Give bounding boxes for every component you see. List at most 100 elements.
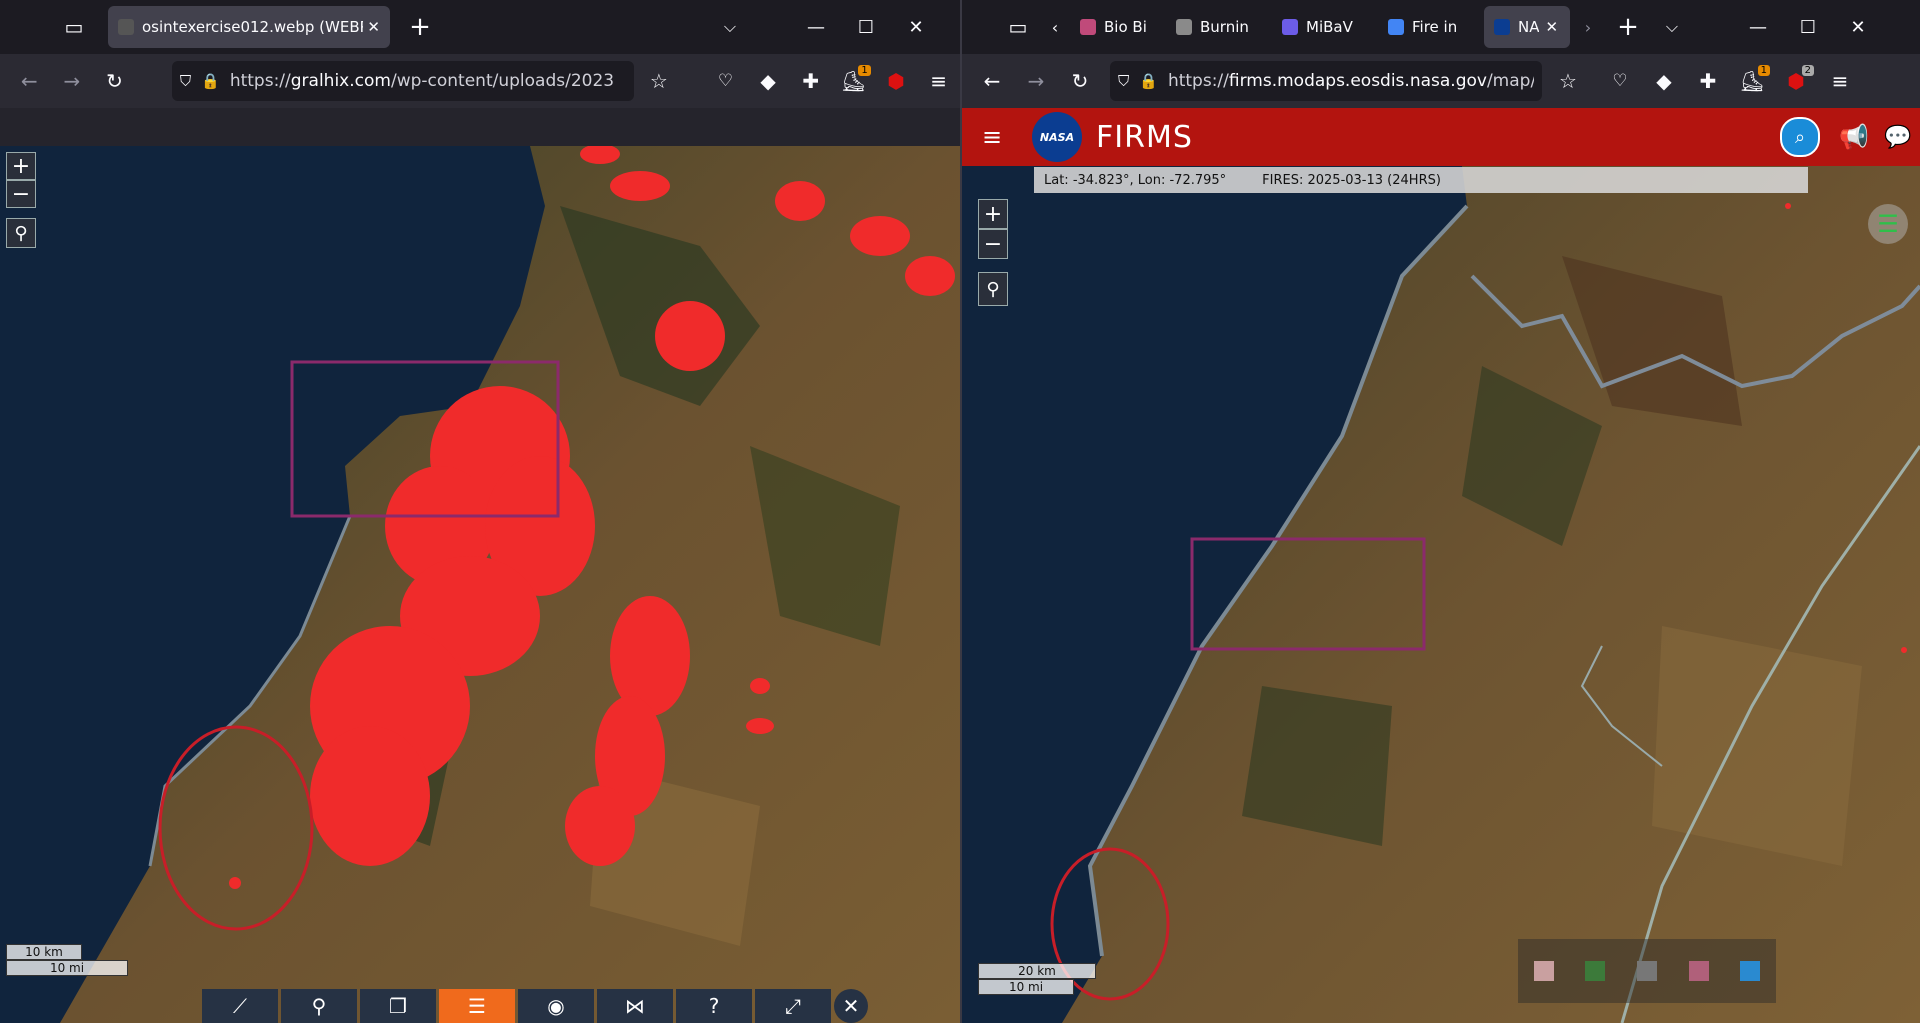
url-text: https://gralhix.com/wp-content/uploads/2… — [229, 71, 615, 91]
tab-nasa[interactable]: NA ✕ — [1484, 6, 1570, 48]
satellite-terrain — [0, 146, 960, 1023]
reload-icon[interactable]: ↻ — [1058, 61, 1102, 101]
new-tab-icon[interactable]: + — [1606, 7, 1650, 47]
tab-close-icon[interactable]: ✕ — [1545, 18, 1558, 36]
maximize-icon[interactable]: ☐ — [1786, 7, 1830, 47]
announcement-megaphone-icon[interactable]: 📢 — [1832, 117, 1876, 157]
tab-bio-bio[interactable]: Bio Bi — [1070, 6, 1160, 48]
forward-icon[interactable]: → — [1014, 61, 1058, 101]
firms-satellite-map: + − ⚲ ☰ 20 km 10 mi — [962, 166, 1920, 1023]
extensions-puzzle-icon[interactable]: ✚ — [789, 61, 832, 101]
scroll-tabs-left-icon[interactable]: ‹ — [1040, 7, 1070, 47]
zoom-in-button[interactable]: + — [6, 152, 36, 180]
scale-km: 20 km — [978, 963, 1096, 979]
toolbar-close-button[interactable]: ✕ — [834, 989, 868, 1023]
firefox-view-icon[interactable]: ▭ — [52, 7, 96, 47]
tab-burning[interactable]: Burnin — [1166, 6, 1266, 48]
minimize-icon[interactable]: — — [794, 7, 838, 47]
pocket-icon[interactable]: ♡ — [1598, 61, 1642, 101]
shield-icon[interactable]: ⛉ — [1118, 72, 1129, 90]
location-pin-icon[interactable]: ⚲ — [978, 272, 1008, 306]
basemap-thumb[interactable] — [1636, 961, 1657, 981]
fullscreen-button[interactable]: ⤢ — [755, 989, 831, 1023]
basemap-thumb[interactable] — [1585, 961, 1606, 981]
zoom-in-button[interactable]: + — [978, 199, 1008, 229]
location-pin-icon[interactable]: ⚲ — [6, 218, 36, 248]
url-bar[interactable]: ⛉ 🔒 https://firms.modaps.eosdis.nasa.gov… — [1110, 61, 1542, 101]
reload-icon[interactable]: ↻ — [93, 61, 136, 101]
tab-title: osintexercise012.webp (WEBP Im — [142, 18, 363, 36]
firefox-view-icon[interactable]: ▭ — [996, 7, 1040, 47]
close-window-icon[interactable]: ✕ — [1836, 7, 1880, 47]
basemap-thumbnails — [1518, 939, 1776, 1003]
extension-shoe-icon[interactable]: ⛸ 1 — [1730, 61, 1774, 101]
capture-button[interactable]: ◉ — [518, 989, 594, 1023]
scroll-tabs-right-icon[interactable]: › — [1570, 7, 1606, 47]
lock-icon: 🔒 — [201, 72, 220, 90]
menu-hamburger-icon[interactable]: ≡ — [1818, 61, 1862, 101]
tab-strip: ▭ osintexercise012.webp (WEBP Im ✕ + ⌵ —… — [0, 0, 960, 54]
scale-mi: 10 mi — [978, 979, 1074, 995]
ublock-icon[interactable]: ⬢ 2 — [1774, 61, 1818, 101]
back-icon[interactable]: ← — [970, 61, 1014, 101]
extensions-puzzle-icon[interactable]: ✚ — [1686, 61, 1730, 101]
list-all-tabs-icon[interactable]: ⌵ — [1650, 7, 1694, 47]
satellite-map-image: + − ⚲ 10 km 10 mi ⟋ ⚲ ❐ ☰ ◉ ⋈ ? ⤢ ✕ — [0, 146, 960, 1023]
search-icon[interactable]: ⌕ — [1780, 117, 1820, 157]
forward-icon[interactable]: → — [51, 61, 94, 101]
ublock-icon[interactable]: ⬢ — [875, 61, 918, 101]
nav-bar: ← → ↻ ⛉ 🔒 https://firms.modaps.eosdis.na… — [962, 54, 1920, 108]
firms-menu-icon[interactable]: ≡ — [970, 117, 1014, 157]
fire-point — [1901, 647, 1907, 653]
menu-hamburger-icon[interactable]: ≡ — [917, 61, 960, 101]
map-toolbar: ⟋ ⚲ ❐ ☰ ◉ ⋈ ? ⤢ ✕ — [202, 989, 871, 1023]
back-icon[interactable]: ← — [8, 61, 51, 101]
bookmark-star-icon[interactable]: ☆ — [1546, 61, 1590, 101]
scale-km: 10 km — [6, 944, 82, 960]
tab-osintexercise[interactable]: osintexercise012.webp (WEBP Im ✕ — [108, 6, 390, 48]
tab-favicon-icon — [1282, 19, 1298, 35]
tab-favicon-icon — [1080, 19, 1096, 35]
share-button[interactable]: ⋈ — [597, 989, 673, 1023]
extension-tapir-icon[interactable]: ◆ — [1642, 61, 1686, 101]
basemap-thumb[interactable] — [1688, 961, 1709, 981]
fire-point — [1785, 203, 1791, 209]
zoom-out-button[interactable]: − — [978, 229, 1008, 259]
left-browser-window: ▭ osintexercise012.webp (WEBP Im ✕ + ⌵ —… — [0, 0, 960, 1023]
extension-shoe-icon[interactable]: ⛸ 1 — [832, 61, 875, 101]
basemap-thumb[interactable] — [1533, 961, 1554, 981]
tab-mibav[interactable]: MiBaV — [1272, 6, 1372, 48]
close-window-icon[interactable]: ✕ — [894, 7, 938, 47]
bookmark-star-icon[interactable]: ☆ — [638, 61, 681, 101]
help-button[interactable]: ? — [676, 989, 752, 1023]
ublock-badge: 2 — [1801, 65, 1814, 76]
tab-fire-in[interactable]: Fire in — [1378, 6, 1478, 48]
new-tab-icon[interactable]: + — [398, 7, 442, 47]
layers-button[interactable]: ❐ — [360, 989, 436, 1023]
image-favicon-icon — [118, 19, 134, 35]
zoom-out-button[interactable]: − — [6, 180, 36, 208]
maximize-icon[interactable]: ☐ — [844, 7, 888, 47]
firms-title: FIRMS — [1096, 119, 1193, 155]
list-all-tabs-icon[interactable]: ⌵ — [708, 7, 752, 47]
extension-badge: 1 — [858, 65, 871, 76]
layer-list-icon[interactable]: ☰ — [1868, 204, 1908, 244]
google-favicon-icon — [1388, 19, 1404, 35]
basemap-thumb[interactable] — [1740, 961, 1761, 981]
measure-button[interactable]: ⟋ — [202, 989, 278, 1023]
shield-icon[interactable]: ⛉ — [180, 72, 191, 90]
filters-button[interactable]: ☰ — [439, 989, 515, 1023]
nasa-favicon-icon — [1494, 19, 1510, 35]
extension-tapir-icon[interactable]: ◆ — [747, 61, 790, 101]
minimize-icon[interactable]: — — [1736, 7, 1780, 47]
url-bar[interactable]: ⛉ 🔒 https://gralhix.com/wp-content/uploa… — [171, 61, 634, 101]
tab-favicon-icon — [1176, 19, 1192, 35]
tab-strip: ▭ ‹ Bio Bi Burnin MiBaV Fire in NA ✕ › + … — [962, 0, 1920, 54]
right-browser-window: ▭ ‹ Bio Bi Burnin MiBaV Fire in NA ✕ › + … — [962, 0, 1920, 1023]
location-button[interactable]: ⚲ — [281, 989, 357, 1023]
pocket-icon[interactable]: ♡ — [704, 61, 747, 101]
chat-bubbles-icon[interactable]: 💬 — [1876, 117, 1920, 157]
tab-close-icon[interactable]: ✕ — [367, 18, 380, 36]
extension-badge: 1 — [1757, 65, 1770, 76]
lat-lon-readout: Lat: -34.823°, Lon: -72.795° — [1044, 172, 1227, 188]
